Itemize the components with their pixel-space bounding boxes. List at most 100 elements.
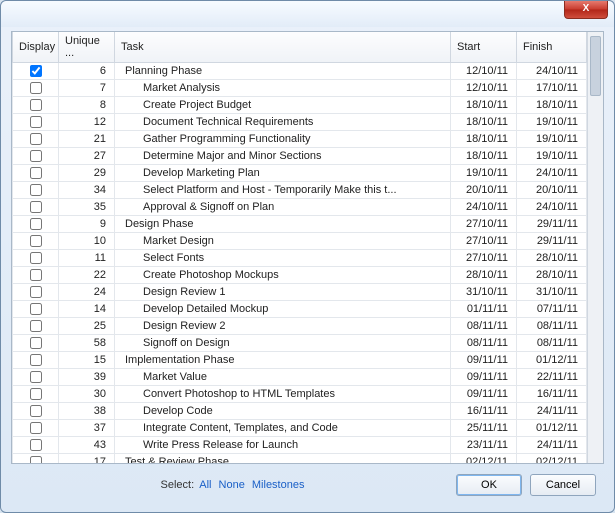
header-display[interactable]: Display bbox=[13, 32, 59, 63]
finish-cell: 28/10/11 bbox=[517, 267, 587, 284]
task-table: Display Unique ... Task Start Finish 6Pl… bbox=[12, 32, 587, 463]
task-cell: Document Technical Requirements bbox=[115, 114, 451, 131]
table-row[interactable]: 12Document Technical Requirements18/10/1… bbox=[13, 114, 587, 131]
display-checkbox[interactable] bbox=[30, 150, 42, 162]
start-cell: 25/11/11 bbox=[451, 420, 517, 437]
display-checkbox[interactable] bbox=[30, 456, 42, 463]
display-checkbox[interactable] bbox=[30, 354, 42, 366]
display-cell bbox=[13, 318, 59, 335]
start-cell: 19/10/11 bbox=[451, 165, 517, 182]
task-cell: Design Review 1 bbox=[115, 284, 451, 301]
ok-button[interactable]: OK bbox=[456, 474, 522, 496]
titlebar: X bbox=[1, 1, 614, 27]
display-checkbox[interactable] bbox=[30, 218, 42, 230]
start-cell: 16/11/11 bbox=[451, 403, 517, 420]
table-row[interactable]: 17Test & Review Phase02/12/1102/12/11 bbox=[13, 454, 587, 464]
finish-cell: 24/11/11 bbox=[517, 403, 587, 420]
display-cell bbox=[13, 301, 59, 318]
task-cell: Approval & Signoff on Plan bbox=[115, 199, 451, 216]
display-checkbox[interactable] bbox=[30, 133, 42, 145]
header-finish[interactable]: Finish bbox=[517, 32, 587, 63]
unique-id-cell: 37 bbox=[59, 420, 115, 437]
unique-id-cell: 12 bbox=[59, 114, 115, 131]
display-checkbox[interactable] bbox=[30, 286, 42, 298]
table-row[interactable]: 29Develop Marketing Plan19/10/1124/10/11 bbox=[13, 165, 587, 182]
table-row[interactable]: 25Design Review 208/11/1108/11/11 bbox=[13, 318, 587, 335]
unique-id-cell: 39 bbox=[59, 369, 115, 386]
start-cell: 08/11/11 bbox=[451, 335, 517, 352]
finish-cell: 17/10/11 bbox=[517, 80, 587, 97]
display-checkbox[interactable] bbox=[30, 269, 42, 281]
header-task[interactable]: Task bbox=[115, 32, 451, 63]
display-cell bbox=[13, 114, 59, 131]
task-cell: Signoff on Design bbox=[115, 335, 451, 352]
table-row[interactable]: 34Select Platform and Host - Temporarily… bbox=[13, 182, 587, 199]
table-row[interactable]: 7Market Analysis12/10/1117/10/11 bbox=[13, 80, 587, 97]
select-all-link[interactable]: All bbox=[199, 479, 211, 491]
table-row[interactable]: 24Design Review 131/10/1131/10/11 bbox=[13, 284, 587, 301]
display-checkbox[interactable] bbox=[30, 116, 42, 128]
start-cell: 23/11/11 bbox=[451, 437, 517, 454]
table-row[interactable]: 9Design Phase27/10/1129/11/11 bbox=[13, 216, 587, 233]
footer: Select: All None Milestones OK Cancel bbox=[11, 464, 604, 506]
display-checkbox[interactable] bbox=[30, 303, 42, 315]
table-row[interactable]: 10Market Design27/10/1129/11/11 bbox=[13, 233, 587, 250]
display-cell bbox=[13, 335, 59, 352]
unique-id-cell: 34 bbox=[59, 182, 115, 199]
table-row[interactable]: 39Market Value09/11/1122/11/11 bbox=[13, 369, 587, 386]
table-row[interactable]: 15Implementation Phase09/11/1101/12/11 bbox=[13, 352, 587, 369]
unique-id-cell: 8 bbox=[59, 97, 115, 114]
unique-id-cell: 21 bbox=[59, 131, 115, 148]
start-cell: 08/11/11 bbox=[451, 318, 517, 335]
task-cell: Create Photoshop Mockups bbox=[115, 267, 451, 284]
close-button[interactable]: X bbox=[564, 1, 608, 19]
table-row[interactable]: 14Develop Detailed Mockup01/11/1107/11/1… bbox=[13, 301, 587, 318]
display-checkbox[interactable] bbox=[30, 252, 42, 264]
finish-cell: 22/11/11 bbox=[517, 369, 587, 386]
select-none-link[interactable]: None bbox=[219, 479, 245, 491]
table-row[interactable]: 8Create Project Budget18/10/1118/10/11 bbox=[13, 97, 587, 114]
table-row[interactable]: 35Approval & Signoff on Plan24/10/1124/1… bbox=[13, 199, 587, 216]
display-checkbox[interactable] bbox=[30, 235, 42, 247]
display-checkbox[interactable] bbox=[30, 184, 42, 196]
table-row[interactable]: 30Convert Photoshop to HTML Templates09/… bbox=[13, 386, 587, 403]
unique-id-cell: 43 bbox=[59, 437, 115, 454]
display-checkbox[interactable] bbox=[30, 65, 42, 77]
table-row[interactable]: 11Select Fonts27/10/1128/10/11 bbox=[13, 250, 587, 267]
display-checkbox[interactable] bbox=[30, 167, 42, 179]
display-cell bbox=[13, 97, 59, 114]
scrollbar-thumb[interactable] bbox=[590, 36, 601, 96]
table-row[interactable]: 22Create Photoshop Mockups28/10/1128/10/… bbox=[13, 267, 587, 284]
display-checkbox[interactable] bbox=[30, 201, 42, 213]
header-start[interactable]: Start bbox=[451, 32, 517, 63]
unique-id-cell: 9 bbox=[59, 216, 115, 233]
display-checkbox[interactable] bbox=[30, 422, 42, 434]
finish-cell: 16/11/11 bbox=[517, 386, 587, 403]
header-row: Display Unique ... Task Start Finish bbox=[13, 32, 587, 63]
display-checkbox[interactable] bbox=[30, 320, 42, 332]
cancel-button[interactable]: Cancel bbox=[530, 474, 596, 496]
display-checkbox[interactable] bbox=[30, 388, 42, 400]
header-unique[interactable]: Unique ... bbox=[59, 32, 115, 63]
vertical-scrollbar[interactable] bbox=[587, 32, 603, 463]
finish-cell: 02/12/11 bbox=[517, 454, 587, 464]
table-row[interactable]: 38Develop Code16/11/1124/11/11 bbox=[13, 403, 587, 420]
table-row[interactable]: 58Signoff on Design08/11/1108/11/11 bbox=[13, 335, 587, 352]
display-cell bbox=[13, 182, 59, 199]
table-row[interactable]: 27Determine Major and Minor Sections18/1… bbox=[13, 148, 587, 165]
start-cell: 12/10/11 bbox=[451, 63, 517, 80]
start-cell: 18/10/11 bbox=[451, 131, 517, 148]
select-milestones-link[interactable]: Milestones bbox=[252, 479, 305, 491]
display-checkbox[interactable] bbox=[30, 337, 42, 349]
table-row[interactable]: 37Integrate Content, Templates, and Code… bbox=[13, 420, 587, 437]
display-checkbox[interactable] bbox=[30, 439, 42, 451]
table-row[interactable]: 43Write Press Release for Launch23/11/11… bbox=[13, 437, 587, 454]
display-checkbox[interactable] bbox=[30, 82, 42, 94]
table-row[interactable]: 21Gather Programming Functionality18/10/… bbox=[13, 131, 587, 148]
display-checkbox[interactable] bbox=[30, 405, 42, 417]
display-checkbox[interactable] bbox=[30, 99, 42, 111]
display-checkbox[interactable] bbox=[30, 371, 42, 383]
table-row[interactable]: 6Planning Phase12/10/1124/10/11 bbox=[13, 63, 587, 80]
task-cell: Planning Phase bbox=[115, 63, 451, 80]
task-cell: Convert Photoshop to HTML Templates bbox=[115, 386, 451, 403]
